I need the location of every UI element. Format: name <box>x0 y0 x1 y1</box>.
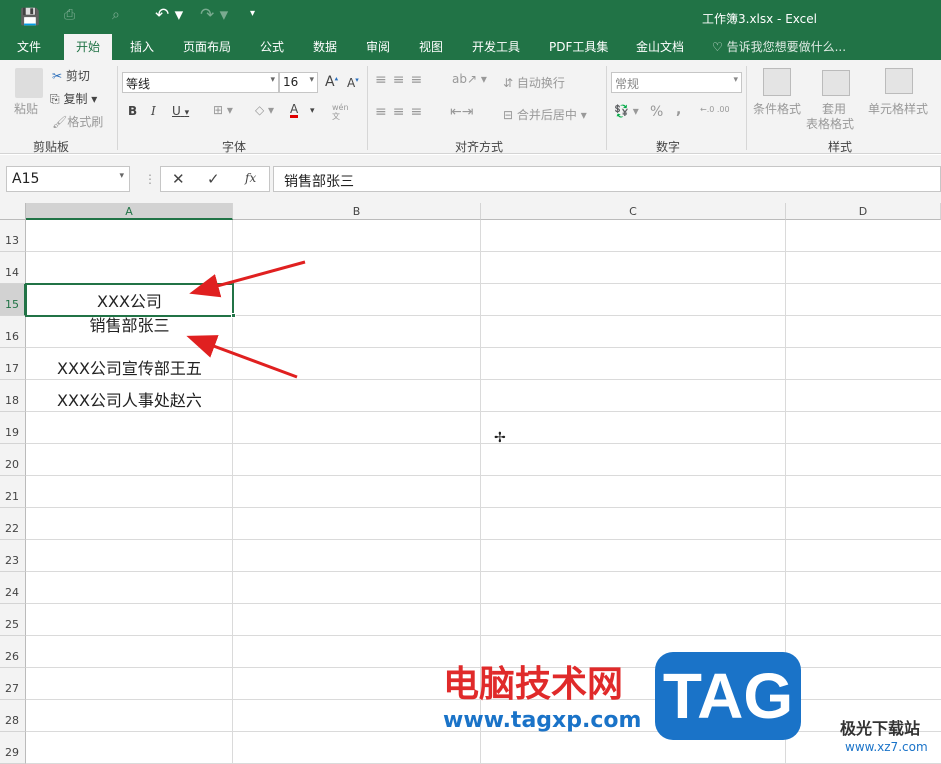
watermark-site2-url: www.xz7.com <box>845 740 928 754</box>
watermark-text: 电脑技术网 <box>443 664 624 705</box>
watermark-url: www.tagxp.com <box>443 708 642 733</box>
arrow-1 <box>189 260 306 298</box>
cursor-icon: ✢ <box>494 430 506 446</box>
watermark-logo: TAG <box>655 652 801 740</box>
arrow-2 <box>186 335 298 379</box>
annotation-arrows <box>186 260 306 379</box>
watermark-site2: 极光下载站 <box>840 719 921 738</box>
